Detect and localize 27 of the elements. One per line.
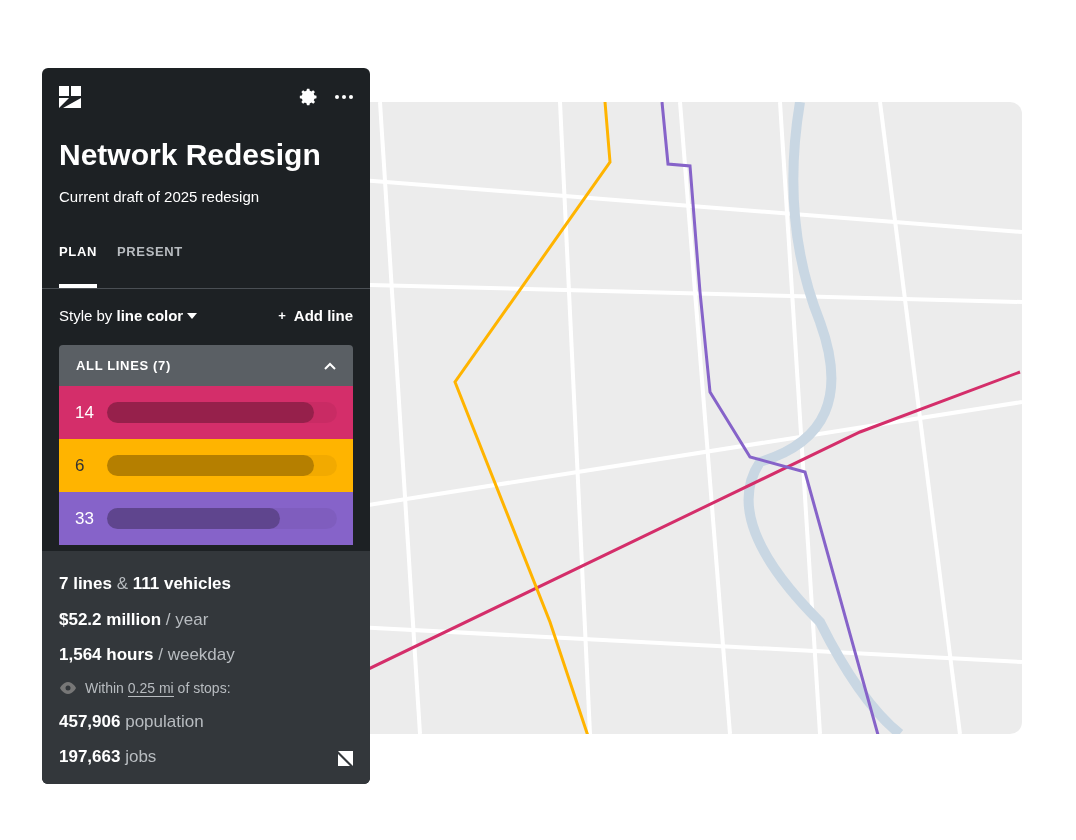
panel-title: Network Redesign [58,137,322,173]
add-line-button[interactable]: + Add line [278,304,353,327]
line-row[interactable]: 6 [59,439,353,492]
tab[interactable]: PRESENT [117,242,183,288]
line-row[interactable]: 33 [59,492,353,545]
caret-icon [187,312,198,319]
line-name: 14 [75,401,95,424]
line-row[interactable]: 14 [59,386,353,439]
lines-group-header[interactable]: ALL LINES (7) [59,345,353,386]
stat-text: 7 lines & 111 vehicles [59,573,233,595]
settings-icon[interactable] [299,87,319,107]
line-name: 6 [75,454,86,477]
eye-icon [59,682,77,694]
stat-text: $52.2 million / year [59,608,210,631]
coverage-text: Within 0.25 mi of stops: [85,678,231,699]
stat-text: 457,906 population [59,710,204,733]
distance-link[interactable]: 0.25 mi [127,679,174,697]
stat-text: 197,663 jobs [59,746,158,768]
stat-text: 1,564 hours / weekday [59,644,236,666]
logo-icon [59,86,81,108]
expand-icon[interactable] [338,750,353,766]
chevron-icon [324,361,336,370]
tab[interactable]: PLAN [59,242,97,288]
more-icon[interactable] [335,95,353,99]
panel-subtitle: Current draft of 2025 redesign [58,186,261,207]
line-name: 33 [75,507,95,530]
style-by-dropdown[interactable]: Style by line color [59,304,198,327]
